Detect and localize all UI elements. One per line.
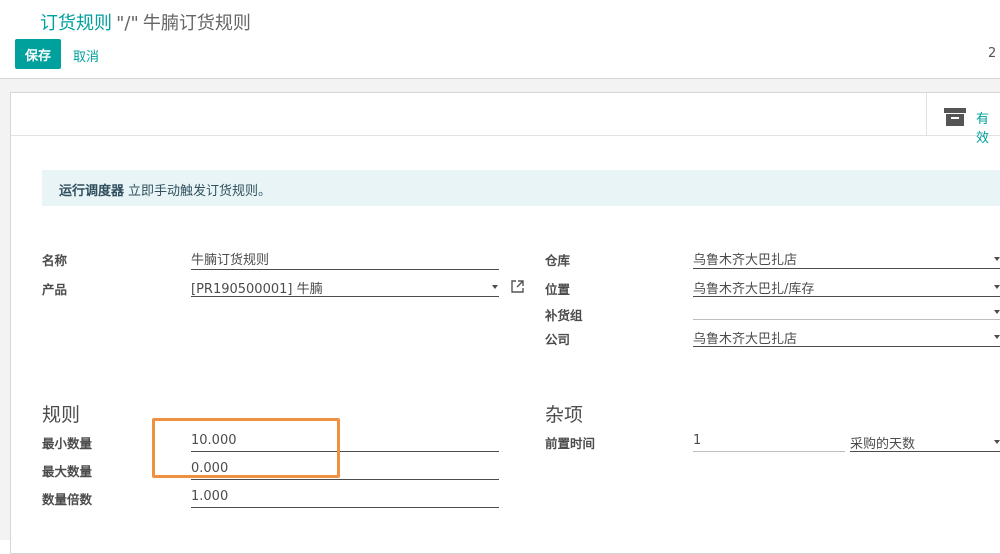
alert-title[interactable]: 运行调度器: [59, 180, 124, 199]
misc-section-title: 杂项: [545, 404, 584, 426]
form-sheet: [10, 92, 1000, 554]
warehouse-field[interactable]: 乌鲁木齐大巴扎店: [693, 246, 1000, 270]
save-button[interactable]: 保存: [15, 39, 61, 69]
lead-time-unit-select[interactable]: 采购的天数: [850, 430, 1000, 454]
qty-multiple-underline: [191, 507, 499, 508]
lead-time-label: 前置时间: [545, 436, 596, 451]
name-label: 名称: [42, 253, 68, 268]
name-value: 牛腩订货规则: [191, 253, 270, 268]
breadcrumb: 订货规则 "/" 牛腩订货规则: [40, 9, 251, 35]
cancel-button[interactable]: 取消: [73, 46, 99, 65]
procurement-group-field[interactable]: [693, 302, 1000, 322]
active-toggle-button[interactable]: 有效: [944, 106, 1000, 146]
breadcrumb-current: 牛腩订货规则: [142, 13, 251, 34]
button-box-separator: [926, 93, 927, 135]
product-label: 产品: [42, 282, 68, 297]
max-qty-underline: [191, 479, 499, 480]
min-qty-label: 最小数量: [42, 436, 93, 451]
chevron-down-icon[interactable]: [994, 335, 1000, 339]
chevron-down-icon[interactable]: [492, 285, 498, 289]
name-field[interactable]: 牛腩订货规则: [191, 246, 499, 270]
warehouse-label: 仓库: [545, 253, 571, 268]
qty-multiple-value: 1.000: [191, 489, 229, 504]
location-field[interactable]: 乌鲁木齐大巴扎/库存: [693, 275, 1000, 299]
max-qty-label: 最大数量: [42, 464, 93, 479]
product-underline: [191, 296, 499, 297]
external-link-icon[interactable]: [511, 280, 524, 293]
scheduler-alert: 运行调度器 立即手动触发订货规则。: [42, 170, 1000, 206]
warehouse-underline: [693, 268, 1000, 269]
pager-value[interactable]: 2: [988, 46, 996, 61]
rules-section-title: 规则: [42, 404, 81, 426]
breadcrumb-parent-link[interactable]: 订货规则: [40, 13, 112, 34]
location-underline: [693, 296, 1000, 297]
archive-icon: [944, 108, 966, 126]
location-value: 乌鲁木齐大巴扎/库存: [693, 282, 815, 297]
lead-time-value: 1: [693, 433, 702, 448]
procurement-group-label: 补货组: [545, 308, 583, 323]
lead-time-unit-underline: [850, 451, 1000, 452]
lead-time-underline: [693, 451, 845, 452]
lead-time-unit-value: 采购的天数: [850, 437, 916, 452]
alert-text: 立即手动触发订货规则。: [128, 184, 272, 199]
qty-multiple-label: 数量倍数: [42, 492, 93, 507]
qty-multiple-field[interactable]: 1.000: [191, 486, 499, 510]
procurement-group-underline: [693, 319, 1000, 320]
chevron-down-icon[interactable]: [994, 257, 1000, 261]
location-label: 位置: [545, 282, 571, 297]
company-field[interactable]: 乌鲁木齐大巴扎店: [693, 325, 1000, 349]
product-field[interactable]: [PR190500001] 牛腩: [191, 275, 499, 299]
company-value: 乌鲁木齐大巴扎店: [693, 332, 798, 347]
active-label: 有效: [976, 112, 990, 146]
chevron-down-icon[interactable]: [994, 285, 1000, 289]
name-underline: [191, 269, 499, 270]
chevron-down-icon[interactable]: [994, 440, 1000, 444]
company-underline: [693, 346, 1000, 347]
product-value: [PR190500001] 牛腩: [191, 282, 323, 297]
quantity-highlight-box: [152, 418, 340, 478]
warehouse-value: 乌鲁木齐大巴扎店: [693, 253, 798, 268]
chevron-down-icon[interactable]: [994, 310, 1000, 314]
breadcrumb-separator: "/": [116, 13, 139, 34]
lead-time-field[interactable]: 1: [693, 430, 845, 454]
company-label: 公司: [545, 332, 571, 347]
button-box-divider: [11, 135, 1000, 136]
